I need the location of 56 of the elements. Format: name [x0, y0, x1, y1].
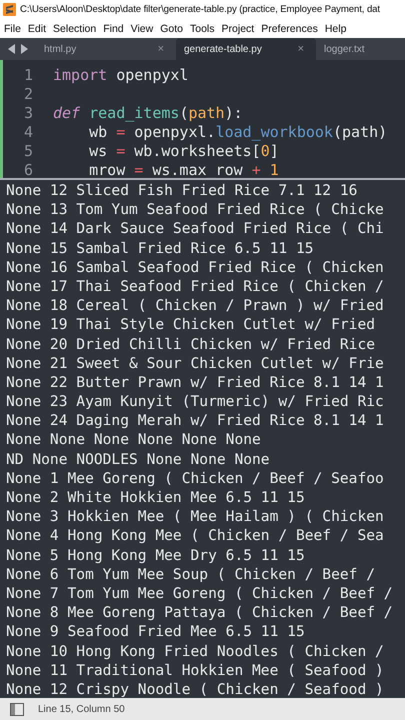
code-line: def read_items(path): — [53, 104, 243, 122]
editor-tab[interactable]: html.py × — [36, 38, 176, 60]
output-line: None 12 Sliced Fish Fried Rice 7.1 12 16 — [6, 181, 358, 200]
menu-item[interactable]: Find — [103, 22, 124, 34]
output-line: None 22 Butter Prawn w/ Fried Rice 8.1 14 1 — [6, 372, 384, 392]
output-line: None 17 Thai Seafood Fried Rice ( Chicken / — [6, 276, 384, 296]
output-line: None 9 Seafood Fried Mee 6.5 11 15 — [6, 622, 305, 642]
cursor-position: Line 15, Column 50 — [38, 704, 125, 714]
output-line: None 4 Hong Kong Mee ( Chicken / Beef / Sea — [6, 526, 384, 546]
output-line: None 15 Sambal Fried Rice 6.5 11 15 — [6, 238, 314, 258]
menu-item[interactable]: Goto — [160, 22, 183, 34]
output-line: None 13 Tom Yum Seafood Fried Rice ( Chicke — [6, 200, 384, 220]
output-line: ND None NOODLES None None None — [6, 450, 270, 469]
output-line: None 10 Hong Kong Fried Noodles ( Chicken / — [6, 642, 384, 661]
menu-item[interactable]: Selection — [53, 22, 96, 34]
output-line: None 2 White Hokkien Mee 6.5 11 15 — [6, 488, 305, 508]
output-line: None 23 Ayam Kunyit (Turmeric) w/ Fried Ric — [6, 392, 384, 412]
menu-item[interactable]: Project — [222, 22, 254, 34]
line-number: 5 — [22, 142, 34, 160]
menu-item[interactable]: File — [4, 22, 21, 34]
menu-item[interactable]: Tools — [190, 22, 215, 34]
line-number: 4 — [22, 122, 34, 140]
output-line: None 8 Mee Goreng Pattaya ( Chicken / Beef / — [6, 603, 393, 622]
window-title: C:\Users\Aloon\Desktop\date filter\generate-table.py (practice, Employee Payment, dat — [20, 4, 380, 15]
line-number: 6 — [22, 160, 34, 178]
menu-item[interactable]: Preferences — [261, 22, 318, 34]
panel-toggle-icon[interactable] — [10, 702, 24, 716]
output-line: None 18 Cereal ( Chicken / Prawn ) w/ Fried — [6, 296, 384, 316]
output-line: None None None None None None — [6, 430, 261, 450]
output-line: None 12 Crispy Noodle ( Chicken / Seafood ) — [6, 680, 384, 698]
close-icon[interactable]: × — [298, 43, 304, 55]
output-line: None 5 Hong Kong Mee Dry 6.5 11 15 — [6, 546, 305, 565]
code-line: import openpyxl — [53, 66, 188, 84]
output-line: None 7 Tom Yum Mee Goreng ( Chicken / Beef / — [6, 584, 393, 604]
output-line: None 21 Sweet & Sour Chicken Cutlet w/ Frie — [6, 354, 384, 373]
editor-tab[interactable]: generate-table.py × — [176, 38, 316, 60]
output-line: None 16 Sambal Seafood Fried Rice ( Chicken — [6, 258, 384, 277]
editor-tab[interactable]: logger.txt — [316, 38, 405, 60]
output-line: None 24 Daging Merah w/ Fried Rice 8.1 14 1 — [6, 411, 384, 430]
line-number: 2 — [22, 84, 34, 102]
code-line: ws = wb.worksheets[0] — [88, 142, 279, 160]
output-line: None 11 Traditional Hokkien Mee ( Seafood ) — [6, 660, 384, 680]
menu-item[interactable]: Help — [324, 22, 346, 34]
line-number: 1 — [22, 66, 34, 84]
output-line: None 14 Dark Sauce Seafood Fried Rice ( Chi — [6, 219, 384, 239]
output-line: None 6 Tom Yum Mee Soup ( Chicken / Beef / — [6, 564, 376, 584]
line-number: 3 — [22, 104, 34, 122]
output-line: None 1 Mee Goreng ( Chicken / Beef / Seafoo — [6, 468, 384, 488]
code-line: wb = openpyxl.load_workbook(path) — [88, 122, 388, 140]
output-line: None 3 Hokkien Mee ( Mee Hailam ) ( Chicken — [6, 507, 384, 526]
app-logo-icon — [3, 3, 16, 16]
output-line: None 19 Thai Style Chicken Cutlet w/ Fried — [6, 315, 376, 334]
menu-item[interactable]: View — [130, 22, 154, 34]
output-line: None 20 Dried Chilli Chicken w/ Fried Rice — [6, 334, 376, 354]
menu-item[interactable]: Edit — [28, 22, 46, 34]
code-line: mrow = ws.max_row + 1 — [88, 160, 279, 178]
